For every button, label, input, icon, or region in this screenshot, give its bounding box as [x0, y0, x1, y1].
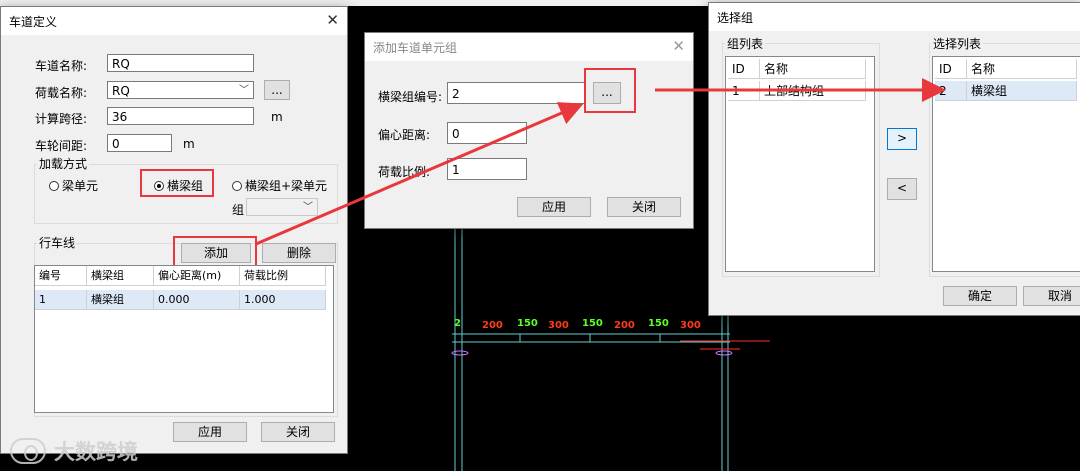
highlight-box — [140, 169, 214, 197]
cad-label: 2 — [454, 318, 461, 329]
load-ratio-label: 荷载比例: — [378, 165, 431, 179]
column-header[interactable]: 名称 — [967, 59, 1077, 79]
logo-icon — [10, 438, 46, 464]
radio-beam-element[interactable]: 梁单元 — [49, 177, 98, 194]
list-cell: 1 — [728, 81, 760, 101]
close-button[interactable]: 关闭 — [261, 422, 335, 442]
dialog-title: 车道定义 — [9, 15, 58, 29]
add-lane-unit-dialog: 添加车道单元组 ✕ 横梁组编号: 2 ... 偏心距离: 0 荷载比例: 1 应… — [364, 32, 694, 229]
load-browse-button[interactable]: ... — [264, 80, 290, 100]
selected-list: ID 名称 2 横梁组 — [932, 56, 1080, 272]
column-header[interactable]: 横梁组 — [87, 266, 154, 286]
load-ratio-input[interactable]: 1 — [447, 158, 527, 180]
span-label: 计算跨径: — [35, 112, 88, 126]
cad-label: 150 — [517, 318, 538, 329]
delete-button[interactable]: 删除 — [262, 243, 336, 263]
span-unit: m — [271, 110, 283, 124]
watermark-text: 大数跨境 — [54, 440, 138, 464]
cad-label: 300 — [548, 320, 569, 331]
load-name-select[interactable]: RQ ﹀ — [107, 81, 254, 99]
table-cell: 1 — [35, 290, 87, 310]
chevron-down-icon: ﹀ — [239, 85, 249, 96]
move-left-button[interactable]: < — [887, 178, 917, 200]
span-input[interactable]: 36 — [107, 107, 254, 125]
table-cell: 横梁组 — [87, 290, 154, 310]
cad-label: 150 — [648, 318, 669, 329]
lane-definition-dialog: 车道定义 ✕ 车道名称: RQ 荷载名称: RQ ﹀ ... 计算跨径: 36 … — [0, 6, 348, 454]
selected-list-title: 选择列表 — [931, 35, 984, 52]
traffic-line-table: 编号 横梁组 偏心距离(m) 荷载比例 1 横梁组 0.000 1.000 — [34, 265, 334, 413]
select-group-dialog: 选择组 组列表 ID 名称 1 上部结构组 > < 选择列表 ID 名称 2 横… — [708, 2, 1080, 316]
list-cell: 2 — [935, 81, 967, 101]
highlight-box — [584, 68, 636, 113]
cancel-button[interactable]: 取消 — [1023, 286, 1080, 306]
dialog-titlebar: 车道定义 ✕ — [1, 7, 347, 35]
cad-label: 150 — [582, 318, 603, 329]
eccentric-distance-label: 偏心距离: — [378, 128, 431, 142]
close-button[interactable]: 关闭 — [607, 197, 681, 217]
column-header[interactable]: 荷载比例 — [240, 266, 326, 286]
group-list-title: 组列表 — [725, 35, 766, 52]
radio-circle — [232, 180, 242, 191]
radio-circle — [49, 180, 59, 191]
watermark: 大数跨境 — [10, 436, 138, 466]
group-number-label: 横梁组编号: — [378, 90, 443, 104]
traffic-line-title: 行车线 — [37, 234, 78, 251]
column-header[interactable]: ID — [935, 59, 967, 79]
eccentric-distance-input[interactable]: 0 — [447, 122, 527, 144]
column-header[interactable]: 名称 — [760, 59, 866, 79]
group-number-input[interactable]: 2 — [447, 82, 585, 104]
load-name-value: RQ — [112, 84, 130, 98]
lane-name-input[interactable]: RQ — [107, 54, 254, 72]
group-list: ID 名称 1 上部结构组 — [725, 56, 875, 272]
table-cell: 0.000 — [154, 290, 240, 310]
move-right-button[interactable]: > — [887, 128, 917, 150]
column-header[interactable]: 编号 — [35, 266, 87, 286]
loading-mode-title: 加载方式 — [37, 155, 90, 172]
table-cell: 1.000 — [240, 290, 326, 310]
cad-label: 200 — [482, 320, 503, 331]
lane-name-label: 车道名称: — [35, 59, 88, 73]
load-name-label: 荷载名称: — [35, 86, 88, 100]
wheel-spacing-unit: m — [183, 137, 195, 151]
list-cell: 上部结构组 — [760, 81, 866, 101]
dialog-title: 选择组 — [717, 11, 754, 25]
apply-button[interactable]: 应用 — [517, 197, 591, 217]
dialog-titlebar: 选择组 — [709, 3, 1080, 31]
close-icon[interactable]: ✕ — [326, 11, 339, 29]
group-label: 组 — [232, 203, 245, 217]
list-cell: 横梁组 — [967, 81, 1077, 101]
cad-label: 200 — [614, 320, 635, 331]
group-select: ﹀ — [246, 198, 318, 216]
column-header[interactable]: ID — [728, 59, 760, 79]
apply-button[interactable]: 应用 — [173, 422, 247, 442]
wheel-spacing-input[interactable]: 0 — [107, 134, 172, 152]
radio-cross-beam-and-element[interactable]: 横梁组+梁单元 — [232, 177, 327, 194]
cad-label: 300 — [680, 320, 701, 331]
wheel-spacing-label: 车轮间距: — [35, 139, 88, 153]
close-icon[interactable]: ✕ — [672, 37, 685, 55]
ok-button[interactable]: 确定 — [943, 286, 1017, 306]
dialog-title: 添加车道单元组 — [373, 41, 458, 55]
column-header[interactable]: 偏心距离(m) — [154, 266, 240, 286]
dialog-titlebar: 添加车道单元组 ✕ — [365, 33, 693, 61]
chevron-down-icon: ﹀ — [303, 202, 313, 213]
